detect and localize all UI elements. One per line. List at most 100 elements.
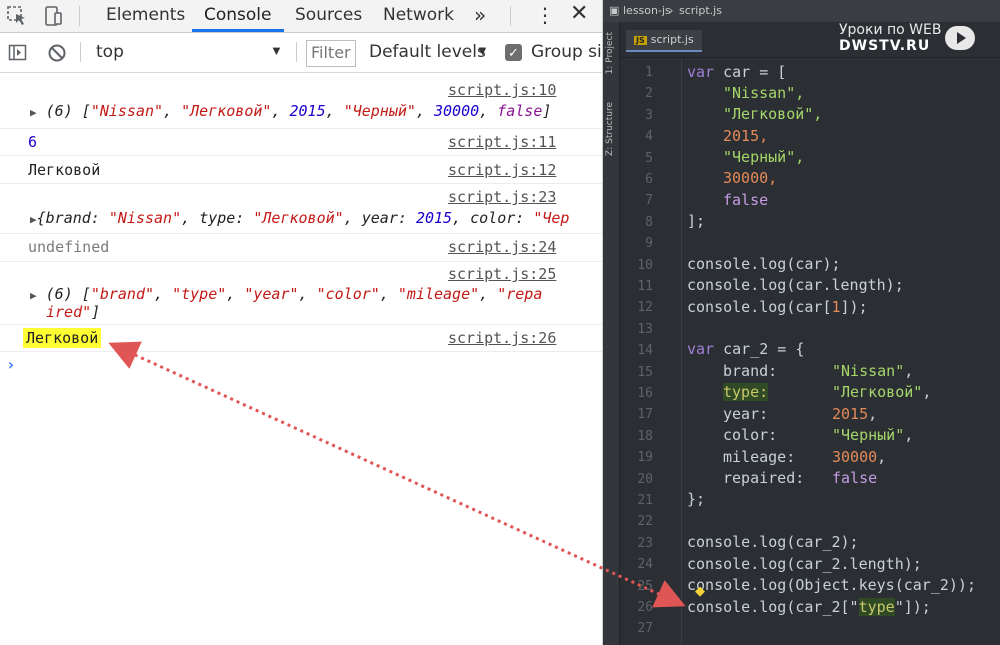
watermark-logo: Уроки по WEB DWSTV.RU — [839, 22, 989, 56]
devtools-panel: Elements Console Sources Network » ⋮ ✕ t… — [0, 0, 603, 645]
code-line: "Черный", — [832, 426, 914, 444]
tab-script-js[interactable]: JS script.js — [626, 30, 702, 52]
line-number: 20 — [637, 471, 653, 487]
tool-window-strip: 1: Project Z: Structure — [603, 22, 620, 645]
context-selector[interactable]: top — [96, 42, 124, 62]
clear-console-icon[interactable] — [47, 43, 67, 68]
array-value: "color" — [316, 285, 380, 303]
source-link[interactable]: script.js:23 — [448, 188, 556, 206]
expand-triangle-icon[interactable]: ▶ — [30, 289, 37, 302]
console-array[interactable]: ▶ (6) ["brand", "type", "year", "color",… — [30, 285, 542, 303]
group-similar-checkbox[interactable]: ✓ — [505, 44, 522, 61]
code-line: 30000, — [832, 448, 887, 466]
array-value: "mileage" — [397, 285, 480, 303]
tab-label: script.js — [650, 33, 694, 46]
more-tabs-button[interactable]: » — [474, 3, 486, 27]
console-message: Легковой script.js:12 — [0, 156, 602, 184]
tab-console[interactable]: Console — [192, 0, 284, 32]
object-value: "Чер — [533, 209, 570, 227]
object-value: "Nissan" — [108, 209, 182, 227]
code-editor: ▣ lesson-js › script.js 1: Project Z: St… — [603, 0, 1000, 645]
line-number: 9 — [645, 236, 653, 252]
line-number: 11 — [637, 279, 653, 294]
structure-tool-button[interactable]: Z: Structure — [605, 102, 615, 156]
breadcrumb: ▣ lesson-js › script.js — [603, 0, 1000, 22]
array-value: 2015 — [289, 102, 326, 120]
tab-elements[interactable]: Elements — [106, 0, 185, 32]
group-similar-label: Group sir — [531, 42, 603, 62]
line-number: 10 — [637, 257, 653, 273]
line-number: 6 — [645, 172, 653, 187]
code-line: console.log(car_2); — [687, 533, 859, 551]
expand-triangle-icon[interactable]: ▶ — [30, 106, 37, 119]
code-line: console.log(car_2.length); — [687, 555, 922, 573]
breadcrumb-project[interactable]: lesson-js — [623, 4, 671, 17]
line-number: 23 — [637, 535, 653, 551]
console-object[interactable]: ▶{brand: "Nissan", type: "Легковой", yea… — [30, 209, 569, 227]
console-prompt[interactable]: › — [6, 355, 16, 374]
chevron-down-icon[interactable]: ▼ — [476, 43, 489, 58]
line-number: 12 — [637, 300, 653, 316]
array-suffix: ] — [91, 303, 101, 321]
show-sidebar-icon[interactable] — [8, 43, 28, 68]
code-line: type: — [723, 383, 769, 401]
console-value: 6 — [28, 133, 38, 151]
array-value: ired" — [46, 303, 92, 321]
device-toolbar-icon[interactable] — [42, 5, 64, 27]
code-line: console.log(car[1]); — [687, 298, 868, 316]
code-line: false — [832, 469, 878, 487]
line-number: 13 — [637, 321, 653, 337]
source-link[interactable]: script.js:25 — [448, 265, 556, 283]
source-link[interactable]: script.js:24 — [448, 238, 556, 256]
array-prefix: (6) [ — [45, 102, 91, 120]
array-value: 30000 — [434, 102, 480, 120]
console-toolbar: top ▼ Filter Default levels ▼ ✓ Group si… — [0, 33, 603, 73]
tab-separator — [510, 6, 511, 26]
log-levels-dropdown[interactable]: Default levels — [369, 42, 486, 62]
code-line: 2015, — [723, 127, 769, 145]
code-line: 30000, — [723, 169, 778, 187]
line-number: 4 — [645, 129, 653, 145]
line-number: 25 — [637, 578, 653, 594]
console-value: Легковой — [28, 161, 101, 179]
console-array-continued: ired"] — [46, 303, 100, 321]
object-value: "Легковой" — [253, 209, 344, 227]
inspect-element-icon[interactable] — [6, 5, 28, 27]
line-number: 27 — [637, 621, 653, 637]
array-suffix: ] — [542, 102, 552, 120]
console-array[interactable]: ▶ (6) ["Nissan", "Легковой", 2015, "Черн… — [30, 102, 551, 120]
code-line: "Легковой", — [832, 383, 932, 401]
project-tool-button[interactable]: 1: Project — [605, 32, 615, 74]
expand-triangle-icon[interactable]: ▶ — [30, 213, 37, 226]
array-prefix: (6) [ — [45, 285, 91, 303]
filter-input[interactable]: Filter — [306, 40, 356, 67]
line-number: 26 — [637, 600, 653, 615]
lightbulb-icon[interactable]: ◆ — [695, 583, 705, 599]
object-key: year: — [361, 209, 407, 227]
code-line: "Черный", — [723, 148, 805, 166]
source-link[interactable]: script.js:12 — [448, 161, 556, 179]
console-message: script.js:23 ▶{brand: "Nissan", type: "Л… — [0, 184, 602, 234]
js-file-icon: JS — [634, 36, 647, 45]
play-icon — [945, 26, 975, 50]
source-link[interactable]: script.js:11 — [448, 133, 556, 151]
line-number: 7 — [645, 193, 653, 209]
source-link[interactable]: script.js:10 — [448, 81, 556, 99]
line-number: 16 — [637, 386, 653, 401]
devtools-tab-bar: Elements Console Sources Network » ⋮ ✕ — [0, 0, 602, 33]
console-output: script.js:10 ▶ (6) ["Nissan", "Легковой"… — [0, 73, 602, 645]
tab-sources[interactable]: Sources — [295, 0, 362, 32]
breadcrumb-file[interactable]: script.js — [679, 4, 722, 17]
source-link[interactable]: script.js:26 — [448, 329, 556, 347]
line-number: 3 — [645, 107, 653, 123]
console-message: Легковой script.js:26 — [0, 325, 602, 352]
chevron-down-icon[interactable]: ▼ — [270, 43, 283, 58]
tab-network[interactable]: Network — [383, 0, 454, 32]
devtools-menu-button[interactable]: ⋮ — [535, 3, 555, 27]
array-value: "Черный" — [343, 102, 416, 120]
object-key: color: — [470, 209, 525, 227]
array-value: "Nissan" — [90, 102, 164, 120]
close-devtools-button[interactable]: ✕ — [570, 1, 588, 26]
object-key: type: — [199, 209, 245, 227]
line-number: 15 — [637, 364, 653, 380]
